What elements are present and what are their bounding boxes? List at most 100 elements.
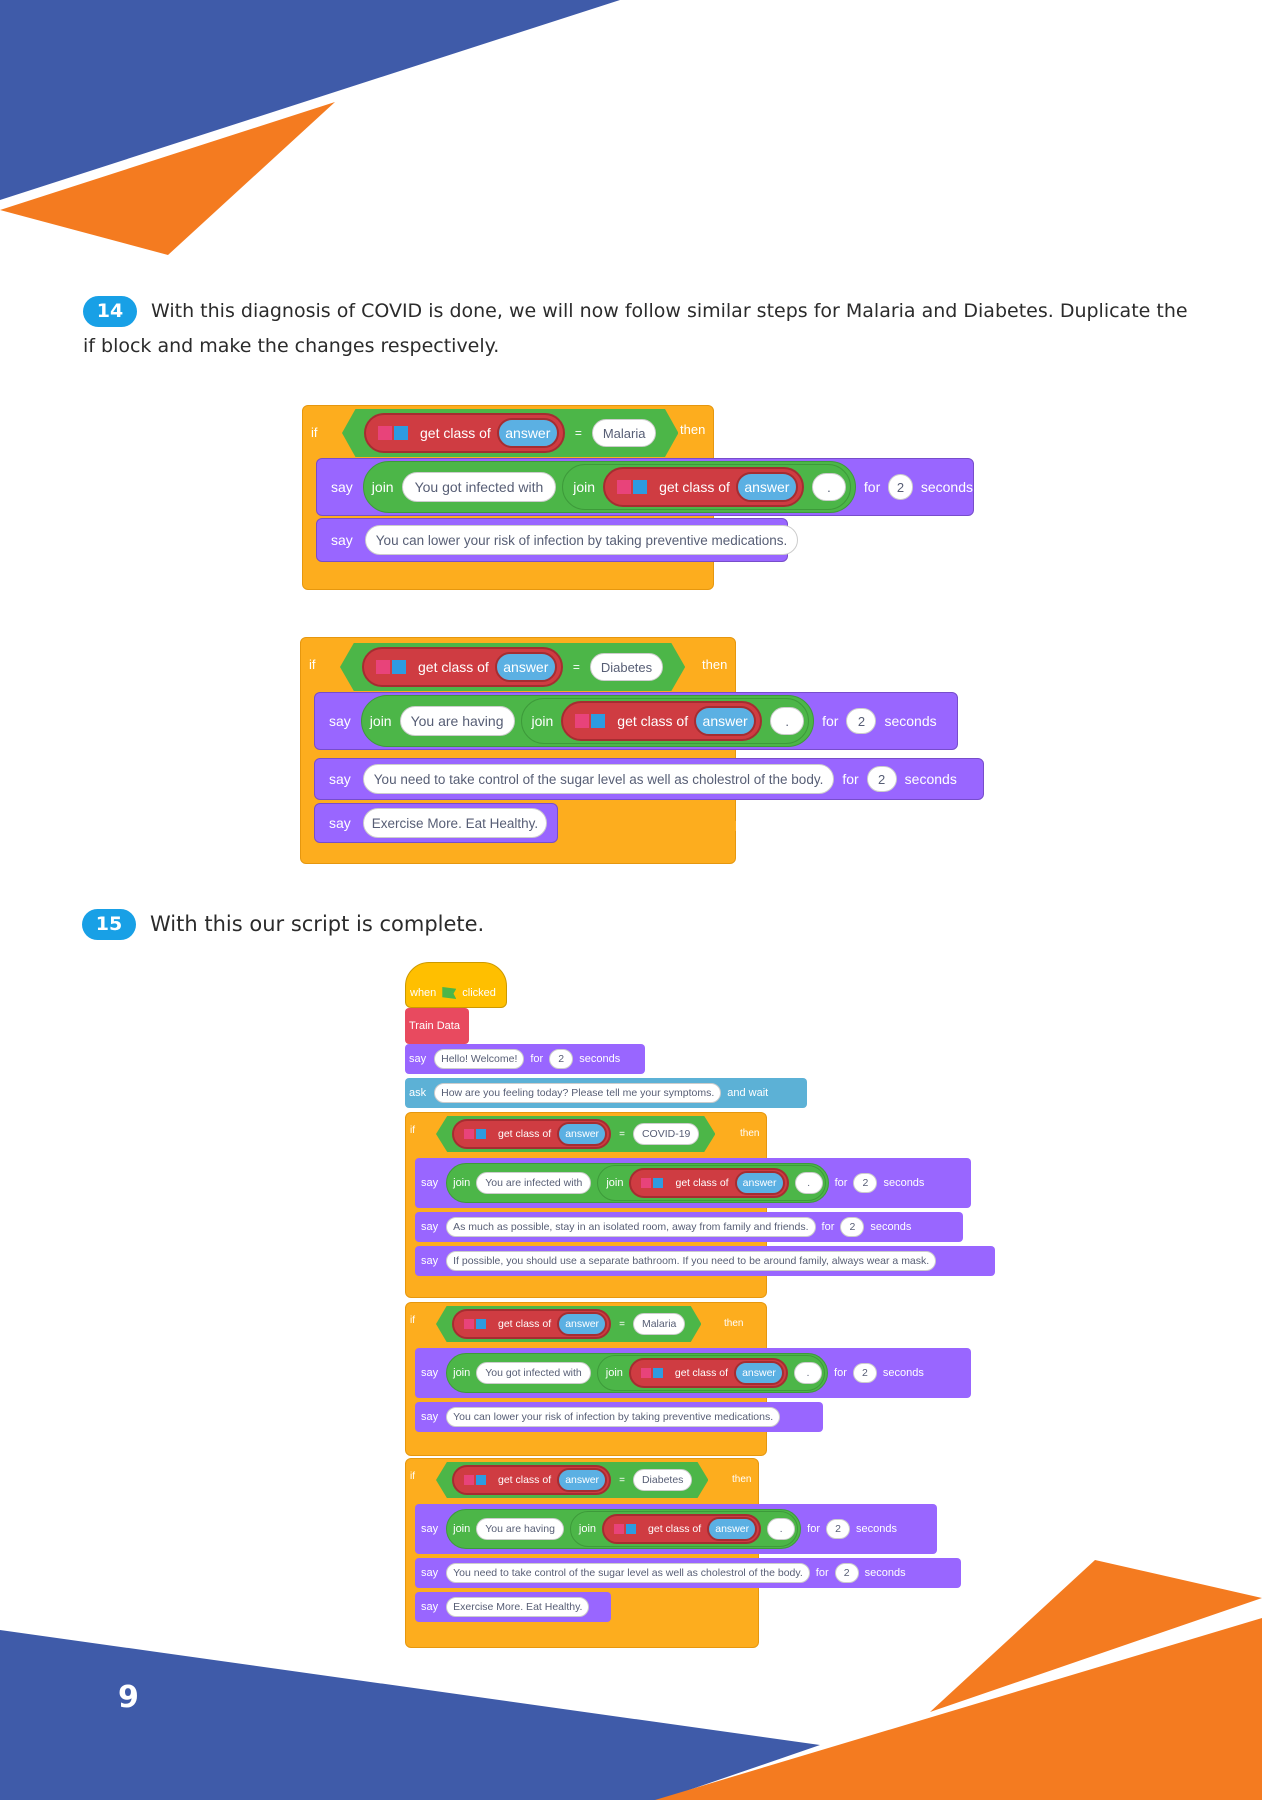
say-for-block[interactable]: say join You are infected with join get … xyxy=(415,1158,971,1208)
ml-icon xyxy=(376,660,406,674)
answer-reporter[interactable]: answer xyxy=(707,1517,758,1541)
join-inner[interactable]: join get class of answer . xyxy=(569,1511,799,1547)
if-label: if xyxy=(311,425,318,440)
answer-reporter[interactable]: answer xyxy=(734,1361,785,1385)
text-field[interactable]: You can lower your risk of infection by … xyxy=(446,1407,781,1427)
seconds-field[interactable]: 2 xyxy=(826,1519,851,1539)
class-value-field[interactable]: Diabetes xyxy=(632,1469,693,1491)
get-class-reporter[interactable]: get class of answer xyxy=(561,701,763,741)
get-class-reporter[interactable]: get class of answer xyxy=(452,1309,612,1339)
condition-diabetes-small[interactable]: get class of answer = Diabetes xyxy=(436,1461,709,1499)
seconds-field[interactable]: 2 xyxy=(549,1049,574,1069)
say-for-block[interactable]: say join You got infected with join get … xyxy=(415,1348,971,1398)
seconds-label: seconds xyxy=(882,1367,924,1379)
period-field[interactable]: . xyxy=(770,707,805,735)
answer-reporter[interactable]: answer xyxy=(557,1122,608,1146)
say-for-block[interactable]: say join You are having join get class o… xyxy=(415,1504,937,1554)
then-label: then xyxy=(702,657,728,672)
class-value-field[interactable]: Malaria xyxy=(591,419,657,447)
join-inner[interactable]: join get class of answer . xyxy=(596,1355,826,1391)
say-block[interactable]: say You can lower your risk of infection… xyxy=(316,518,799,562)
condition-malaria-small[interactable]: get class of answer = Malaria xyxy=(436,1305,702,1343)
ml-icon xyxy=(575,714,606,728)
class-value-field[interactable]: COVID-19 xyxy=(632,1123,700,1145)
period-field[interactable]: . xyxy=(794,1362,823,1384)
period-field[interactable]: . xyxy=(811,473,846,501)
train-data-label: Train Data xyxy=(409,1020,460,1032)
class-value-field[interactable]: Diabetes xyxy=(589,653,664,681)
seconds-field[interactable]: 2 xyxy=(853,1173,878,1193)
text-field[interactable]: As much as possible, stay in an isolated… xyxy=(446,1217,816,1237)
get-class-reporter[interactable]: get class of answer xyxy=(452,1119,612,1149)
say-label: say xyxy=(421,1411,439,1423)
join-outer[interactable]: join You got infected with join get clas… xyxy=(362,461,856,513)
text-field[interactable]: If possible, you should use a separate b… xyxy=(446,1251,937,1271)
say-for-block[interactable]: say You need to take control of the suga… xyxy=(415,1558,961,1588)
ml-icon xyxy=(641,1178,664,1188)
answer-reporter[interactable]: answer xyxy=(734,1171,785,1195)
get-class-reporter[interactable]: get class of answer xyxy=(628,1358,789,1388)
join-outer[interactable]: join You are infected with join get clas… xyxy=(446,1163,829,1203)
text-field[interactable]: How are you feeling today? Please tell m… xyxy=(434,1083,722,1103)
text-field[interactable]: You are infected with xyxy=(476,1172,592,1194)
when-flag-clicked-block[interactable]: when clicked xyxy=(405,962,507,1008)
join-inner[interactable]: join get class of answer . xyxy=(520,698,810,744)
say-block[interactable]: say Exercise More. Eat Healthy. xyxy=(415,1592,611,1622)
say-label: say xyxy=(409,1053,427,1065)
answer-reporter[interactable]: answer xyxy=(496,418,559,448)
seconds-field[interactable]: 2 xyxy=(840,1217,865,1237)
get-class-reporter[interactable]: get class of answer xyxy=(603,467,804,507)
equals-label: = xyxy=(619,1474,625,1486)
get-class-reporter[interactable]: get class of answer xyxy=(452,1465,612,1495)
say-label: say xyxy=(329,815,351,831)
seconds-field[interactable]: 2 xyxy=(852,1363,877,1383)
text-field[interactable]: Exercise More. Eat Healthy. xyxy=(446,1597,590,1617)
join-inner[interactable]: join get class of answer . xyxy=(562,464,851,510)
say-for-block[interactable]: say join You got infected with join get … xyxy=(316,458,974,516)
text-field[interactable]: You got infected with xyxy=(476,1362,591,1384)
get-class-label: get class of xyxy=(498,1474,552,1486)
period-field[interactable]: . xyxy=(794,1172,823,1194)
text-field[interactable]: You can lower your risk of infection by … xyxy=(364,525,799,555)
join-outer[interactable]: join You are having join get class of an… xyxy=(360,695,815,747)
condition-diabetes[interactable]: get class of answer = Diabetes xyxy=(340,643,686,691)
text-field[interactable]: You got infected with xyxy=(401,472,557,502)
say-label: say xyxy=(329,771,351,787)
text-field[interactable]: Exercise More. Eat Healthy. xyxy=(362,808,548,838)
answer-reporter[interactable]: answer xyxy=(557,1468,608,1492)
get-class-reporter[interactable]: get class of answer xyxy=(364,413,565,453)
answer-reporter[interactable]: answer xyxy=(735,472,798,502)
condition-malaria[interactable]: get class of answer = Malaria xyxy=(342,408,679,458)
seconds-field[interactable]: 2 xyxy=(888,474,913,500)
join-outer[interactable]: join You are having join get class of an… xyxy=(446,1509,802,1549)
say-block[interactable]: say If possible, you should use a separa… xyxy=(415,1246,995,1276)
condition-covid[interactable]: get class of answer = COVID-19 xyxy=(436,1115,716,1153)
text-field[interactable]: You are having xyxy=(399,706,515,736)
seconds-field[interactable]: 2 xyxy=(846,708,877,734)
text-field[interactable]: You need to take control of the sugar le… xyxy=(446,1563,810,1583)
say-for-block[interactable]: say You need to take control of the suga… xyxy=(314,758,984,800)
ask-and-wait-block[interactable]: ask How are you feeling today? Please te… xyxy=(405,1078,807,1108)
answer-reporter[interactable]: answer xyxy=(694,706,757,736)
text-field[interactable]: You need to take control of the sugar le… xyxy=(362,764,835,794)
join-outer[interactable]: join You got infected with join get clas… xyxy=(446,1353,829,1393)
then-label: then xyxy=(732,1474,752,1485)
say-for-block[interactable]: say join You are having join get class o… xyxy=(314,692,958,750)
say-block[interactable]: say You can lower your risk of infection… xyxy=(415,1402,823,1432)
say-block[interactable]: say Exercise More. Eat Healthy. xyxy=(314,803,558,843)
text-field[interactable]: Hello! Welcome! xyxy=(434,1049,525,1069)
text-field[interactable]: You are having xyxy=(476,1518,564,1540)
get-class-reporter[interactable]: get class of answer xyxy=(602,1514,762,1544)
get-class-reporter[interactable]: get class of answer xyxy=(362,647,563,687)
period-field[interactable]: . xyxy=(767,1518,796,1540)
join-inner[interactable]: join get class of answer . xyxy=(597,1165,826,1201)
say-for-block[interactable]: say Hello! Welcome! for 2 seconds xyxy=(405,1044,645,1074)
seconds-field[interactable]: 2 xyxy=(866,766,897,792)
class-value-field[interactable]: Malaria xyxy=(632,1313,686,1335)
say-for-block[interactable]: say As much as possible, stay in an isol… xyxy=(415,1212,963,1242)
train-data-block[interactable]: Train Data xyxy=(405,1008,469,1044)
answer-reporter[interactable]: answer xyxy=(494,652,557,682)
seconds-field[interactable]: 2 xyxy=(834,1563,859,1583)
get-class-reporter[interactable]: get class of answer xyxy=(629,1168,789,1198)
answer-reporter[interactable]: answer xyxy=(557,1312,608,1336)
